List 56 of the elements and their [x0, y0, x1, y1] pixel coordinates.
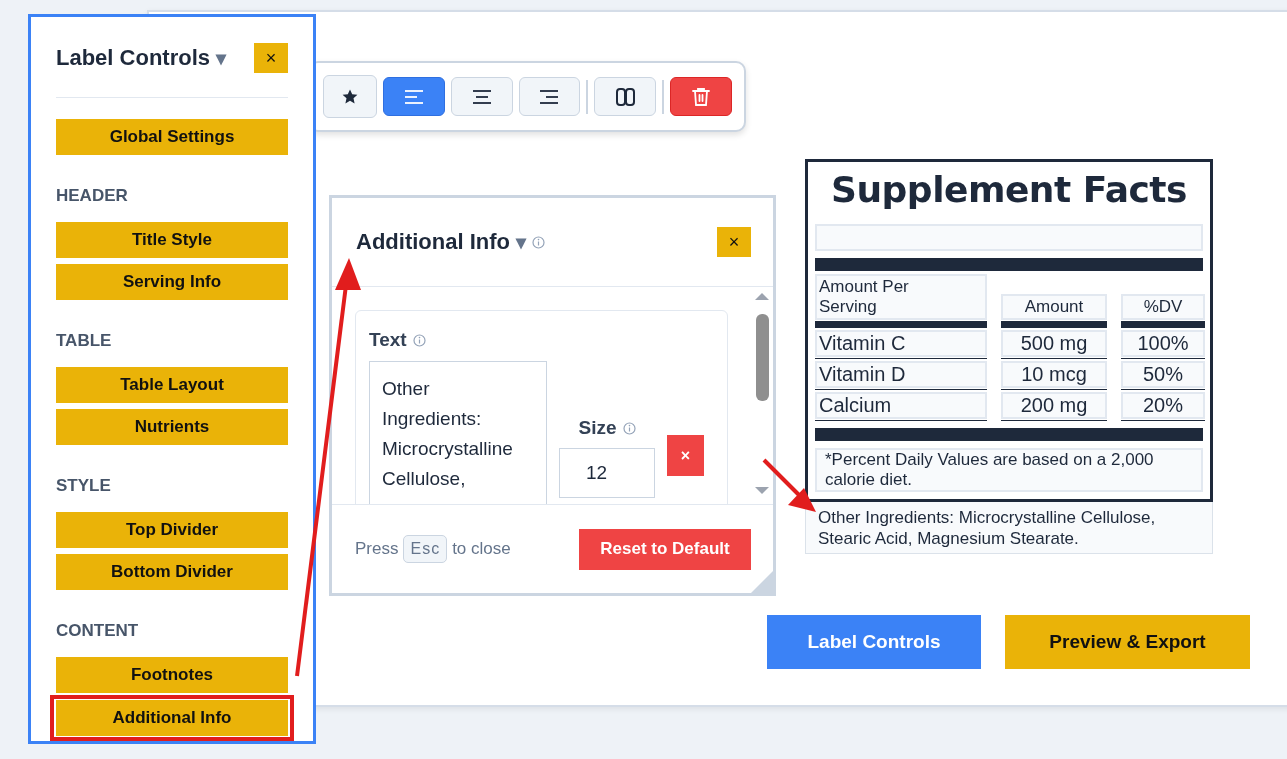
close-button[interactable]: × [254, 43, 288, 73]
info-icon [622, 421, 636, 435]
section-heading: CONTENT [56, 621, 140, 641]
align-center-icon [471, 88, 492, 105]
section-heading: STYLE [56, 476, 112, 496]
arrow-annotation [762, 458, 816, 512]
label-controls-button[interactable]: Label Controls [767, 615, 981, 669]
close-button[interactable]: × [717, 227, 751, 257]
sidebar-button[interactable]: Additional Info [56, 700, 288, 736]
table-cell: Vitamin D [815, 361, 987, 388]
table-cell: 10 mcg [1001, 361, 1107, 388]
sidebar-button[interactable]: Top Divider [56, 512, 288, 548]
sidebar-button[interactable]: Global Settings [56, 119, 288, 155]
table-cell: 50% [1121, 361, 1205, 388]
table-cell: 20% [1121, 392, 1205, 419]
reset-button[interactable]: Reset to Default [579, 528, 751, 570]
resize-handle-icon [751, 571, 773, 593]
panel-title: Label Controls [56, 45, 210, 71]
sidebar-button[interactable]: Table Layout [56, 367, 288, 403]
table-cell: 200 mg [1001, 392, 1107, 419]
section-heading: TABLE [56, 331, 113, 351]
sidebar-button[interactable]: Serving Info [56, 264, 288, 300]
column-header: %DV [1121, 294, 1205, 320]
popover-title: Additional Info [356, 229, 510, 255]
sidebar-button[interactable]: Nutrients [56, 409, 288, 445]
trash-icon [692, 87, 711, 106]
label-title: Supplement Facts [830, 168, 1188, 212]
caret-icon: ▾ [515, 230, 526, 254]
column-header: Amount Per Serving [815, 274, 987, 320]
sidebar-button[interactable]: Title Style [56, 222, 288, 258]
caret-icon: ▾ [216, 46, 226, 70]
table-cell: Vitamin C [815, 330, 987, 357]
star-icon [340, 88, 359, 105]
sidebar-button[interactable]: Bottom Divider [56, 554, 288, 590]
key-cap: Esc [403, 535, 448, 563]
table-cell: 500 mg [1001, 330, 1107, 357]
delete-button[interactable] [670, 77, 732, 116]
table-cell: Calcium [815, 392, 987, 419]
sidebar-button[interactable]: Footnotes [56, 657, 288, 693]
table-cell: 100% [1121, 330, 1205, 357]
other-ingredients-text: Other Ingredients: Microcrystalline Cellulose, Stearic Acid, Magnesium Stearate. [805, 502, 1213, 554]
info-icon [412, 333, 426, 347]
hint-text: to close [452, 539, 511, 559]
clear-button[interactable]: × [667, 435, 704, 476]
size-field[interactable]: 12 [559, 448, 655, 498]
align-right-icon [539, 88, 560, 105]
field-label: Size [578, 417, 617, 439]
field-label: Text [369, 329, 407, 351]
preview-export-button[interactable]: Preview & Export [1005, 615, 1250, 669]
hint-text: Press [355, 539, 399, 559]
align-left-icon [403, 88, 424, 105]
footnote-text: *Percent Daily Values are based on a 2,000 calorie diet. [815, 448, 1203, 492]
columns-icon [615, 87, 635, 106]
section-heading: HEADER [56, 186, 129, 206]
info-icon [531, 235, 545, 249]
column-header: Amount [1001, 294, 1107, 320]
